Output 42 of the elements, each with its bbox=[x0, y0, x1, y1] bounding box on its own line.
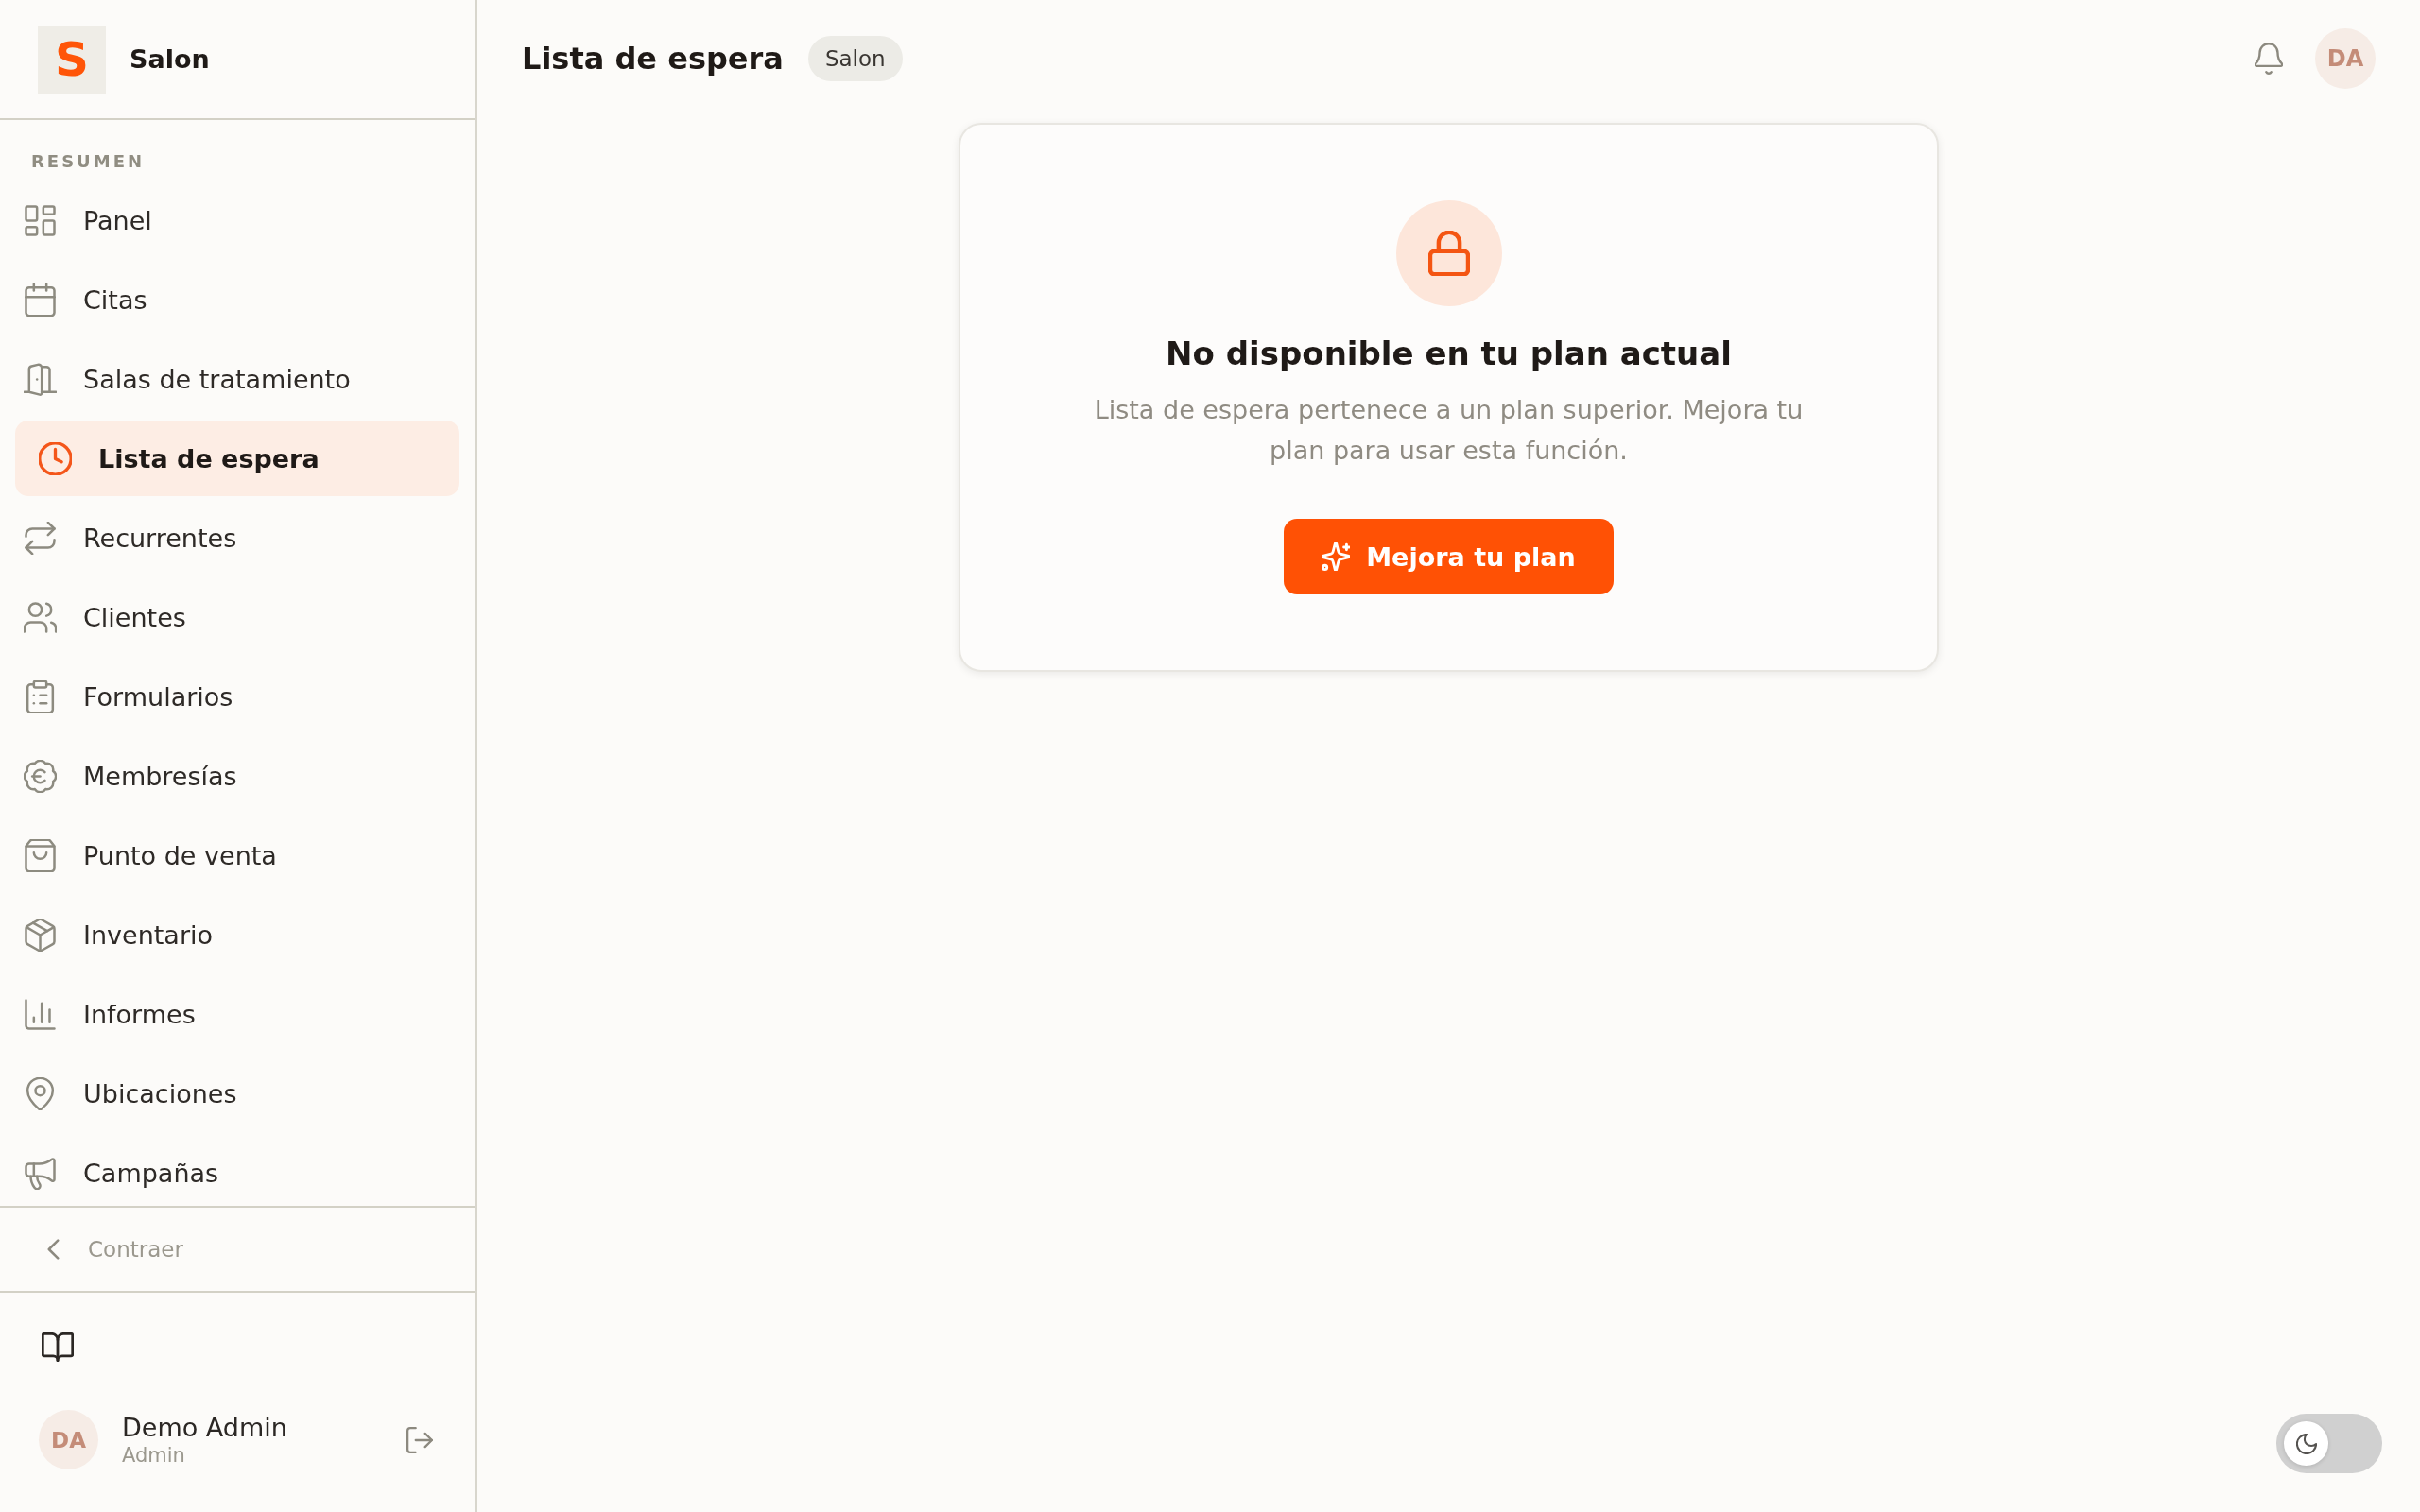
sparkles-icon bbox=[1322, 542, 1351, 571]
shopping-bag-icon bbox=[24, 838, 57, 872]
nav-item[interactable]: Clientes bbox=[15, 587, 459, 647]
bell-icon[interactable] bbox=[2255, 43, 2283, 75]
card-title: No disponible en tu plan actual bbox=[1166, 334, 1732, 374]
repeat-icon bbox=[24, 521, 57, 555]
nav-item[interactable]: Campañas bbox=[15, 1143, 459, 1203]
nav-item[interactable]: Ubicaciones bbox=[15, 1063, 459, 1124]
nav-item[interactable]: Salas de tratamiento bbox=[15, 349, 459, 409]
logo: S bbox=[38, 25, 106, 94]
salon-badge: Salon bbox=[807, 36, 903, 81]
nav-item[interactable]: Formularios bbox=[15, 666, 459, 727]
nav-item[interactable]: Panel bbox=[15, 190, 459, 250]
euro-badge-icon bbox=[24, 759, 57, 793]
box-icon bbox=[24, 918, 57, 952]
nav-item[interactable]: Inventario bbox=[15, 904, 459, 965]
nav-item[interactable]: Citas bbox=[15, 269, 459, 330]
bar-chart-icon bbox=[24, 997, 57, 1031]
nav-item[interactable]: Lista de espera bbox=[15, 421, 459, 496]
chevron-left-icon bbox=[47, 1239, 60, 1260]
card-message: Lista de espera pertenece a un plan superior. Mejora tu plan para usar esta función. bbox=[1093, 394, 1805, 467]
brand-name: Salon bbox=[130, 44, 210, 74]
logout-icon[interactable] bbox=[406, 1426, 433, 1453]
nav-item[interactable]: Membresías bbox=[15, 746, 459, 806]
user-name: Demo Admin bbox=[122, 1411, 288, 1444]
clock-icon bbox=[39, 441, 72, 475]
nav-item[interactable]: Punto de venta bbox=[15, 825, 459, 885]
grid-icon bbox=[24, 203, 57, 237]
nav-item[interactable]: Recurrentes bbox=[15, 507, 459, 568]
users-icon bbox=[24, 600, 57, 634]
clipboard-icon bbox=[24, 679, 57, 713]
megaphone-icon bbox=[24, 1156, 57, 1190]
nav-item[interactable]: Informes bbox=[15, 984, 459, 1044]
user-role: Admin bbox=[122, 1443, 186, 1469]
book-icon[interactable] bbox=[42, 1332, 74, 1362]
user-avatar: DA bbox=[39, 1410, 98, 1469]
map-pin-icon bbox=[24, 1076, 57, 1110]
page-title: Lista de espera bbox=[522, 41, 784, 77]
door-icon bbox=[24, 362, 57, 396]
calendar-icon bbox=[24, 283, 57, 317]
moon-icon bbox=[2295, 1433, 2317, 1454]
section-label: RESUMEN bbox=[31, 152, 145, 171]
